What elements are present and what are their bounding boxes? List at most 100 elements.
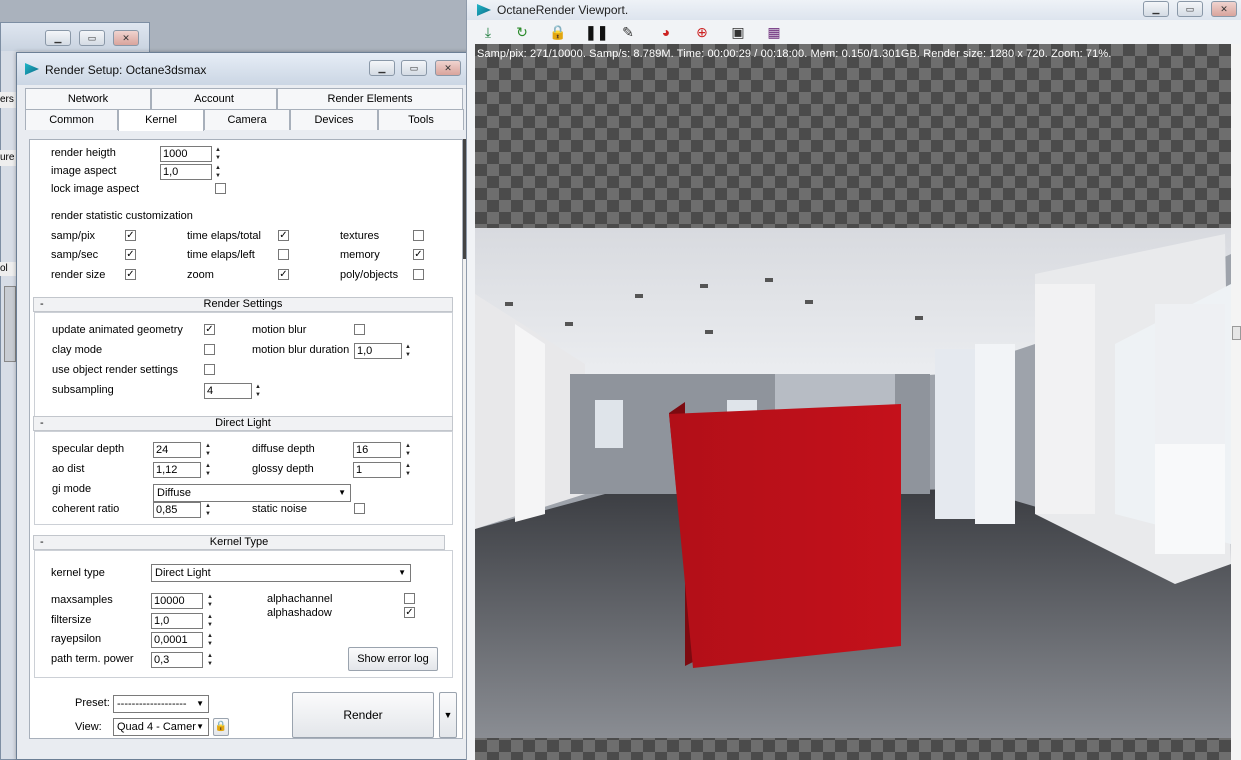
tab-network[interactable]: Network: [25, 88, 151, 109]
scrollbar-thumb[interactable]: [1232, 326, 1241, 340]
use-object-settings-label: use object render settings: [52, 364, 178, 376]
maxsamples-spinner[interactable]: ▲ ▼: [206, 593, 214, 609]
subsampling-input[interactable]: 4: [204, 383, 252, 399]
stat-time-total-checkbox[interactable]: ✓: [278, 230, 289, 241]
kernel-type-label: kernel type: [51, 567, 105, 579]
render-height-label: render heigth: [51, 147, 116, 159]
maximize-icon[interactable]: ▭: [401, 60, 427, 76]
maximize-icon[interactable]: ▭: [79, 30, 105, 46]
tab-tools[interactable]: Tools: [378, 109, 464, 130]
image-aspect-input[interactable]: 1,0: [160, 164, 212, 180]
kernel-type-rollout[interactable]: - Kernel Type: [33, 535, 445, 550]
chevron-down-icon: ▼: [338, 488, 346, 497]
save-icon[interactable]: ⤓: [479, 23, 497, 41]
render-height-spinner[interactable]: ▲ ▼: [214, 146, 222, 162]
direct-light-rollout[interactable]: - Direct Light: [33, 416, 453, 431]
lock-view-icon[interactable]: 🔒: [213, 718, 229, 736]
lock-icon[interactable]: 🔒: [549, 23, 567, 41]
motion-blur-duration-spinner[interactable]: ▲ ▼: [404, 343, 412, 359]
color-picker-icon[interactable]: ◕: [657, 23, 675, 41]
diffuse-depth-label: diffuse depth: [252, 443, 315, 455]
specular-depth-spinner[interactable]: ▲ ▼: [204, 442, 212, 458]
motion-blur-duration-input[interactable]: 1,0: [354, 343, 402, 359]
lock-aspect-label: lock image aspect: [51, 183, 140, 195]
maxsamples-label: maxsamples: [51, 594, 113, 606]
stat-zoom-checkbox[interactable]: ✓: [278, 269, 289, 280]
maxsamples-input[interactable]: 10000: [151, 593, 203, 609]
tab-common[interactable]: Common: [25, 109, 118, 130]
diffuse-depth-spinner[interactable]: ▲ ▼: [404, 442, 412, 458]
rayepsilon-input[interactable]: 0,0001: [151, 632, 203, 648]
tab-kernel[interactable]: Kernel: [118, 109, 204, 131]
close-icon[interactable]: ✕: [113, 30, 139, 46]
render-canvas[interactable]: Samp/pix: 271/10000. Samp/s: 8.789M. Tim…: [475, 44, 1231, 760]
filtersize-spinner[interactable]: ▲ ▼: [206, 613, 214, 629]
collapse-icon[interactable]: -: [40, 536, 44, 549]
stat-render-size-checkbox[interactable]: ✓: [125, 269, 136, 280]
close-icon[interactable]: ✕: [435, 60, 461, 76]
stat-samp-pix-checkbox[interactable]: ✓: [125, 230, 136, 241]
close-icon[interactable]: ✕: [1211, 1, 1237, 17]
maximize-icon[interactable]: ▭: [1177, 1, 1203, 17]
monitor-icon[interactable]: ▣: [729, 23, 747, 41]
render-settings-rollout[interactable]: - Render Settings: [33, 297, 453, 312]
alphachannel-label: alphachannel: [267, 593, 333, 605]
preset-dropdown[interactable]: ------------------- ▼: [113, 695, 209, 713]
path-term-power-input[interactable]: 0,3: [151, 652, 203, 668]
filtersize-input[interactable]: 1,0: [151, 613, 203, 629]
image-aspect-spinner[interactable]: ▲ ▼: [214, 164, 222, 180]
update-geometry-checkbox[interactable]: ✓: [204, 324, 215, 335]
diffuse-depth-input[interactable]: 16: [353, 442, 401, 458]
show-error-log-button[interactable]: Show error log: [348, 647, 438, 671]
tab-account[interactable]: Account: [151, 88, 277, 109]
ao-dist-input[interactable]: 1,12: [153, 462, 201, 478]
stat-option-label: samp/sec: [51, 249, 99, 261]
collapse-icon[interactable]: -: [40, 298, 44, 311]
region-icon[interactable]: ▦: [765, 23, 783, 41]
lock-aspect-checkbox[interactable]: [215, 183, 226, 194]
minimize-icon[interactable]: ▁: [369, 60, 395, 76]
background-fragment-text: ol: [0, 262, 16, 276]
stat-option-label: time elaps/left: [187, 249, 255, 261]
render-button[interactable]: Render: [292, 692, 434, 738]
specular-depth-input[interactable]: 24: [153, 442, 201, 458]
path-term-power-spinner[interactable]: ▲ ▼: [206, 652, 214, 668]
coherent-ratio-spinner[interactable]: ▲ ▼: [204, 502, 212, 518]
focus-picker-icon[interactable]: ✎: [619, 23, 637, 41]
pause-icon[interactable]: ❚❚: [585, 23, 608, 41]
tab-devices[interactable]: Devices: [290, 109, 378, 130]
rayepsilon-spinner[interactable]: ▲ ▼: [206, 632, 214, 648]
kernel-type-dropdown[interactable]: Direct Light ▼: [151, 564, 411, 582]
stat-time-left-checkbox[interactable]: [278, 249, 289, 260]
clay-mode-checkbox[interactable]: [204, 344, 215, 355]
refresh-icon[interactable]: ↻: [513, 23, 531, 41]
static-noise-checkbox[interactable]: [354, 503, 365, 514]
use-object-settings-checkbox[interactable]: [204, 364, 215, 375]
stat-textures-checkbox[interactable]: [413, 230, 424, 241]
render-height-input[interactable]: 1000: [160, 146, 212, 162]
tab-render-elements[interactable]: Render Elements: [277, 88, 463, 109]
render-options-chevron-icon[interactable]: ▼: [439, 692, 457, 738]
stat-samp-sec-checkbox[interactable]: ✓: [125, 249, 136, 260]
material-picker-icon[interactable]: ⊕: [693, 23, 711, 41]
collapse-icon[interactable]: -: [40, 417, 44, 430]
subsampling-spinner[interactable]: ▲ ▼: [254, 383, 262, 399]
minimize-icon[interactable]: ▁: [45, 30, 71, 46]
glossy-depth-input[interactable]: 1: [353, 462, 401, 478]
view-label: View:: [75, 721, 102, 733]
stat-poly-objects-checkbox[interactable]: [413, 269, 424, 280]
alphachannel-checkbox[interactable]: [404, 593, 415, 604]
ao-dist-spinner[interactable]: ▲ ▼: [204, 462, 212, 478]
motion-blur-checkbox[interactable]: [354, 324, 365, 335]
glossy-depth-spinner[interactable]: ▲ ▼: [404, 462, 412, 478]
alphashadow-checkbox[interactable]: ✓: [404, 607, 415, 618]
gi-mode-dropdown[interactable]: Diffuse ▼: [153, 484, 351, 502]
view-dropdown[interactable]: Quad 4 - Camer ▼: [113, 718, 209, 736]
minimize-icon[interactable]: ▁: [1143, 1, 1169, 17]
coherent-ratio-input[interactable]: 0,85: [153, 502, 201, 518]
viewport-scrollbar[interactable]: [1231, 44, 1241, 760]
stat-memory-checkbox[interactable]: ✓: [413, 249, 424, 260]
render-setup-title: Render Setup: Octane3dsmax: [45, 63, 207, 77]
octane-viewport-titlebar: OctaneRender Viewport. ▁ ▭ ✕: [467, 0, 1241, 20]
tab-camera[interactable]: Camera: [204, 109, 290, 130]
